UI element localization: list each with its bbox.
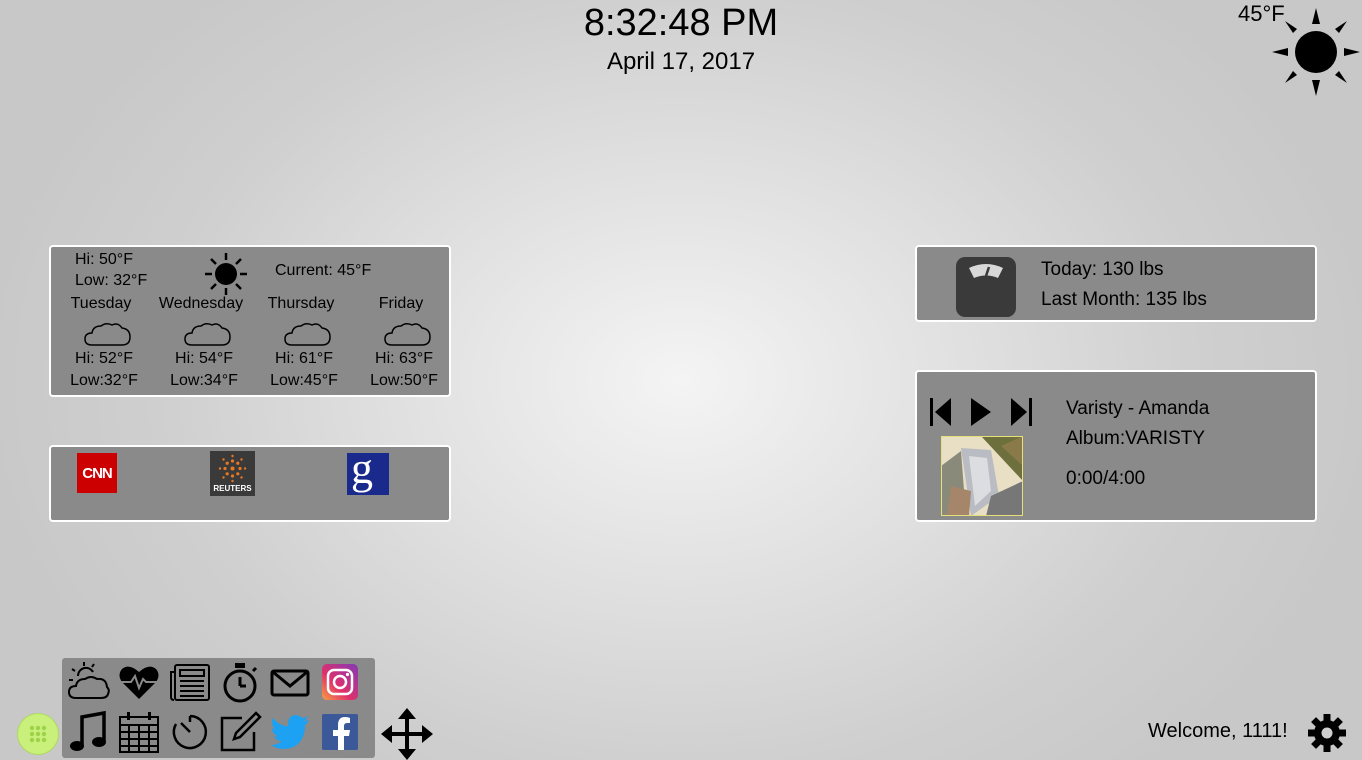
facebook-icon[interactable] bbox=[318, 710, 362, 754]
music-note-icon[interactable] bbox=[66, 710, 110, 754]
forecast-high: Hi: 54°F bbox=[175, 350, 233, 367]
cnn-logo-button[interactable]: CNN bbox=[77, 453, 117, 493]
cloud-icon bbox=[84, 322, 131, 346]
forecast-low: Low:50°F bbox=[370, 372, 438, 389]
reuters-emblem-icon bbox=[218, 454, 247, 483]
grid-dots-icon bbox=[29, 725, 47, 743]
cloud-icon bbox=[184, 322, 231, 346]
forecast-day-name: Wednesday bbox=[158, 295, 244, 312]
scale-icon bbox=[956, 257, 1016, 317]
track-progress: 0:00/4:00 bbox=[1066, 468, 1146, 489]
edit-icon[interactable] bbox=[218, 710, 262, 754]
google-news-label: g bbox=[351, 444, 373, 493]
forecast-low: Low:34°F bbox=[170, 372, 238, 389]
current-temp: Current: 45°F bbox=[275, 262, 372, 279]
weather-icon[interactable] bbox=[66, 660, 110, 704]
forecast-low: Low:45°F bbox=[270, 372, 338, 389]
weight-widget: Today: 130 lbs Last Month: 135 lbs bbox=[915, 245, 1317, 322]
forecast-day: Wednesday bbox=[151, 295, 251, 313]
weight-today: Today: 130 lbs bbox=[1041, 259, 1164, 280]
google-news-logo-button[interactable]: g bbox=[347, 447, 389, 495]
reuters-label: REUTERS bbox=[213, 484, 252, 493]
clock-time: 8:32:48 PM bbox=[583, 2, 779, 44]
gear-icon[interactable] bbox=[1307, 713, 1347, 753]
stopwatch-icon[interactable] bbox=[218, 660, 262, 704]
today-high: Hi: 50°F bbox=[75, 251, 133, 268]
instagram-icon[interactable] bbox=[318, 660, 362, 704]
track-title: Varisty - Amanda bbox=[1066, 398, 1210, 419]
previous-icon[interactable] bbox=[929, 396, 953, 428]
forecast-day-name: Tuesday bbox=[70, 295, 132, 312]
reuters-logo-button[interactable]: REUTERS bbox=[210, 451, 255, 496]
album-art-image bbox=[941, 436, 1023, 516]
clock-date: April 17, 2017 bbox=[606, 48, 756, 75]
mail-icon[interactable] bbox=[268, 660, 312, 704]
track-album: Album:VARISTY bbox=[1066, 428, 1206, 449]
forecast-day: Tuesday bbox=[51, 295, 151, 313]
next-icon[interactable] bbox=[1009, 396, 1033, 428]
cloud-icon bbox=[284, 322, 331, 346]
forecast-high: Hi: 61°F bbox=[275, 350, 333, 367]
calendar-icon[interactable] bbox=[117, 710, 161, 754]
sun-icon bbox=[205, 253, 247, 295]
forecast-day-name: Friday bbox=[378, 295, 424, 312]
forecast-high: Hi: 52°F bbox=[75, 350, 133, 367]
forecast-day-name: Thursday bbox=[267, 295, 335, 312]
cloud-icon bbox=[384, 322, 431, 346]
weather-widget[interactable]: Hi: 50°F Low: 32°F Current: 45°F Tuesday… bbox=[49, 245, 451, 397]
app-drawer-button[interactable] bbox=[17, 713, 59, 755]
play-icon[interactable] bbox=[969, 396, 993, 428]
music-player-widget: Varisty - Amanda Album:VARISTY 0:00/4:00 bbox=[915, 370, 1317, 522]
weight-last-month: Last Month: 135 lbs bbox=[1041, 289, 1207, 310]
heart-rate-icon[interactable] bbox=[117, 660, 161, 704]
forecast-day: Thursday bbox=[251, 295, 351, 313]
timer-icon[interactable] bbox=[168, 710, 212, 754]
forecast-low: Low:32°F bbox=[70, 372, 138, 389]
newspaper-icon[interactable] bbox=[168, 660, 212, 704]
welcome-message: Welcome, 1111! bbox=[1148, 720, 1288, 742]
cnn-label: CNN bbox=[82, 464, 112, 482]
forecast-high: Hi: 63°F bbox=[375, 350, 433, 367]
forecast-day: Friday bbox=[351, 295, 451, 313]
sun-icon bbox=[1272, 8, 1360, 96]
app-dock bbox=[62, 658, 375, 758]
twitter-icon[interactable] bbox=[268, 710, 312, 754]
today-low: Low: 32°F bbox=[75, 272, 148, 289]
move-arrows-icon[interactable] bbox=[381, 708, 433, 760]
news-widget: CNN REUTERS g bbox=[49, 445, 451, 522]
